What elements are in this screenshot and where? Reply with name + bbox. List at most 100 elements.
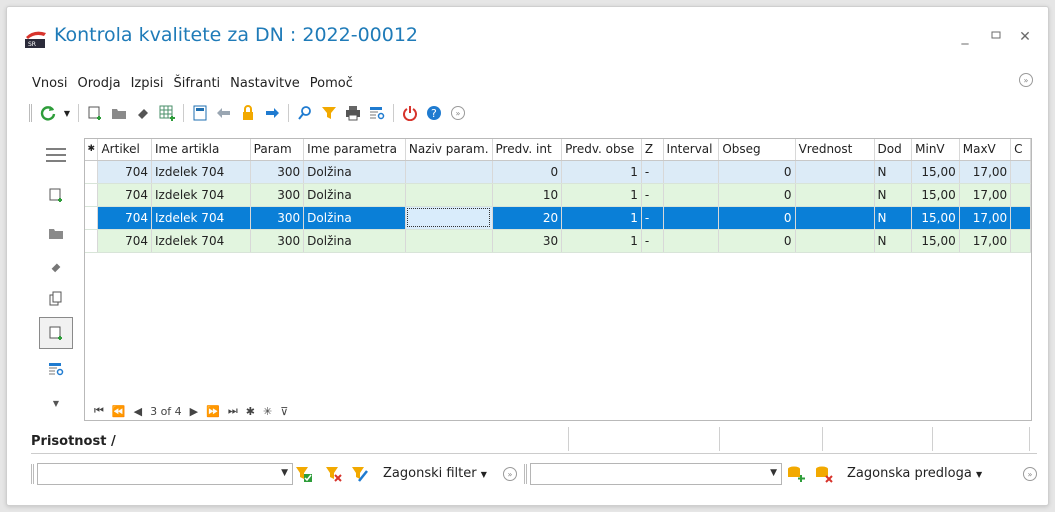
cell-vrednost[interactable]: [795, 229, 875, 253]
row-indicator[interactable]: [85, 183, 99, 207]
cell-predv-obseg[interactable]: 1: [561, 206, 642, 230]
column-header[interactable]: Ime artikla: [151, 139, 251, 161]
cell-artikel[interactable]: 704: [97, 183, 152, 207]
prev-page-icon[interactable]: ⏪: [112, 405, 126, 418]
cancel-edit-icon[interactable]: ✳: [263, 405, 272, 418]
filter-record-icon[interactable]: ⊽: [280, 405, 288, 418]
cell-interval[interactable]: [663, 183, 720, 207]
column-header[interactable]: Param: [250, 139, 305, 161]
cell-minv[interactable]: 15,00: [911, 229, 960, 253]
cell-param[interactable]: 300: [250, 160, 305, 184]
prev-record-icon[interactable]: ◀: [134, 405, 142, 418]
menu-vnosi[interactable]: Vnosi: [32, 76, 67, 94]
cell-dod[interactable]: N: [874, 160, 913, 184]
grid-search-icon[interactable]: [39, 353, 73, 385]
column-header[interactable]: Dod: [874, 139, 913, 161]
cell-artikel[interactable]: 704: [97, 206, 152, 230]
column-header[interactable]: Artikel: [97, 139, 152, 161]
edit-filter-icon[interactable]: [351, 465, 369, 483]
cell-c[interactable]: [1010, 160, 1031, 184]
template-options-icon[interactable]: »: [1023, 467, 1037, 481]
refresh-dropdown-icon[interactable]: ▼: [62, 103, 72, 123]
chevron-down-icon[interactable]: ▼: [770, 468, 777, 478]
close-button[interactable]: ✕: [1017, 29, 1033, 45]
search-icon[interactable]: [295, 103, 315, 123]
menu-orodja[interactable]: Orodja: [77, 76, 120, 94]
open-folder-icon[interactable]: [109, 103, 129, 123]
cell-interval[interactable]: [663, 206, 720, 230]
cell-ime-parametra[interactable]: Dolžina: [303, 229, 406, 253]
cell-obseg[interactable]: 0: [718, 229, 796, 253]
next-record-icon[interactable]: ▶: [190, 405, 198, 418]
column-header[interactable]: Predv. int: [492, 139, 563, 161]
cell-interval[interactable]: [663, 229, 720, 253]
menu-nastavitve[interactable]: Nastavitve: [230, 76, 300, 94]
apply-filter-icon[interactable]: [295, 465, 313, 483]
column-header[interactable]: Ime parametra: [303, 139, 406, 161]
cell-predv-obseg[interactable]: 1: [561, 229, 642, 253]
cell-interval[interactable]: [663, 160, 720, 184]
cell-predv-int[interactable]: 0: [492, 160, 563, 184]
clear-filter-icon[interactable]: [325, 465, 343, 483]
column-header[interactable]: Z: [641, 139, 664, 161]
new-record-icon[interactable]: [85, 103, 105, 123]
grid-add-icon[interactable]: [157, 103, 177, 123]
cell-predv-int[interactable]: 30: [492, 229, 563, 253]
help-icon[interactable]: ?: [424, 103, 444, 123]
undo-icon[interactable]: [214, 103, 234, 123]
delete-template-icon[interactable]: [815, 465, 833, 483]
cell-naziv-param[interactable]: [405, 229, 493, 253]
menu-pomoc[interactable]: Pomoč: [310, 76, 353, 94]
cell-param[interactable]: 300: [250, 183, 305, 207]
cell-vrednost[interactable]: [795, 183, 875, 207]
cell-z[interactable]: -: [641, 160, 664, 184]
calculator-icon[interactable]: [190, 103, 210, 123]
cell-naziv-param[interactable]: [405, 160, 493, 184]
first-record-icon[interactable]: ⏮: [94, 404, 104, 418]
cell-maxv[interactable]: 17,00: [959, 160, 1012, 184]
chevron-down-icon[interactable]: ▼: [281, 468, 288, 478]
cell-z[interactable]: -: [641, 229, 664, 253]
cell-ime-artikla[interactable]: Izdelek 704: [151, 206, 251, 230]
more-dropdown-icon[interactable]: ▼: [39, 387, 73, 419]
eraser-icon[interactable]: [133, 103, 153, 123]
cell-z[interactable]: -: [641, 206, 664, 230]
menu-options-icon[interactable]: »: [1019, 73, 1033, 87]
column-header[interactable]: Vrednost: [795, 139, 875, 161]
column-header[interactable]: MinV: [911, 139, 960, 161]
table-row[interactable]: 704 Izdelek 704 300 Dolžina 10 1 - 0 N 1…: [85, 183, 1031, 207]
cell-artikel[interactable]: 704: [97, 160, 152, 184]
column-header[interactable]: Interval: [663, 139, 720, 161]
print-icon[interactable]: [343, 103, 363, 123]
cell-artikel[interactable]: 704: [97, 229, 152, 253]
cell-predv-int[interactable]: 10: [492, 183, 563, 207]
menu-izpisi[interactable]: Izpisi: [131, 76, 164, 94]
cell-obseg[interactable]: 0: [718, 206, 796, 230]
column-header[interactable]: Naziv param.: [405, 139, 493, 161]
cell-dod[interactable]: N: [874, 229, 913, 253]
cell-maxv[interactable]: 17,00: [959, 206, 1012, 230]
lock-icon[interactable]: [238, 103, 258, 123]
add-template-icon[interactable]: [787, 465, 805, 483]
cell-dod[interactable]: N: [874, 206, 913, 230]
table-row-selected[interactable]: ▶ 704 Izdelek 704 300 Dolžina 20 1 - 0 N…: [85, 206, 1031, 230]
last-record-icon[interactable]: ⏭: [228, 404, 238, 418]
row-indicator[interactable]: ▶: [85, 206, 99, 230]
template-combo[interactable]: ▼: [530, 463, 782, 485]
default-template-dropdown[interactable]: Zagonska predloga ▼: [847, 466, 982, 481]
row-indicator[interactable]: [85, 229, 99, 253]
cell-ime-artikla[interactable]: Izdelek 704: [151, 229, 251, 253]
cell-z[interactable]: -: [641, 183, 664, 207]
filter-icon[interactable]: [319, 103, 339, 123]
default-filter-dropdown[interactable]: Zagonski filter ▼: [383, 466, 487, 481]
column-header[interactable]: Obseg: [718, 139, 796, 161]
cell-obseg[interactable]: 0: [718, 183, 796, 207]
filter-combo[interactable]: ▼: [37, 463, 293, 485]
cell-minv[interactable]: 15,00: [911, 206, 960, 230]
forward-icon[interactable]: [262, 103, 282, 123]
cell-maxv[interactable]: 17,00: [959, 229, 1012, 253]
eraser-icon[interactable]: [39, 251, 73, 283]
copy-icon[interactable]: [39, 283, 73, 315]
cell-ime-parametra[interactable]: Dolžina: [303, 160, 406, 184]
column-header[interactable]: C: [1010, 139, 1031, 161]
